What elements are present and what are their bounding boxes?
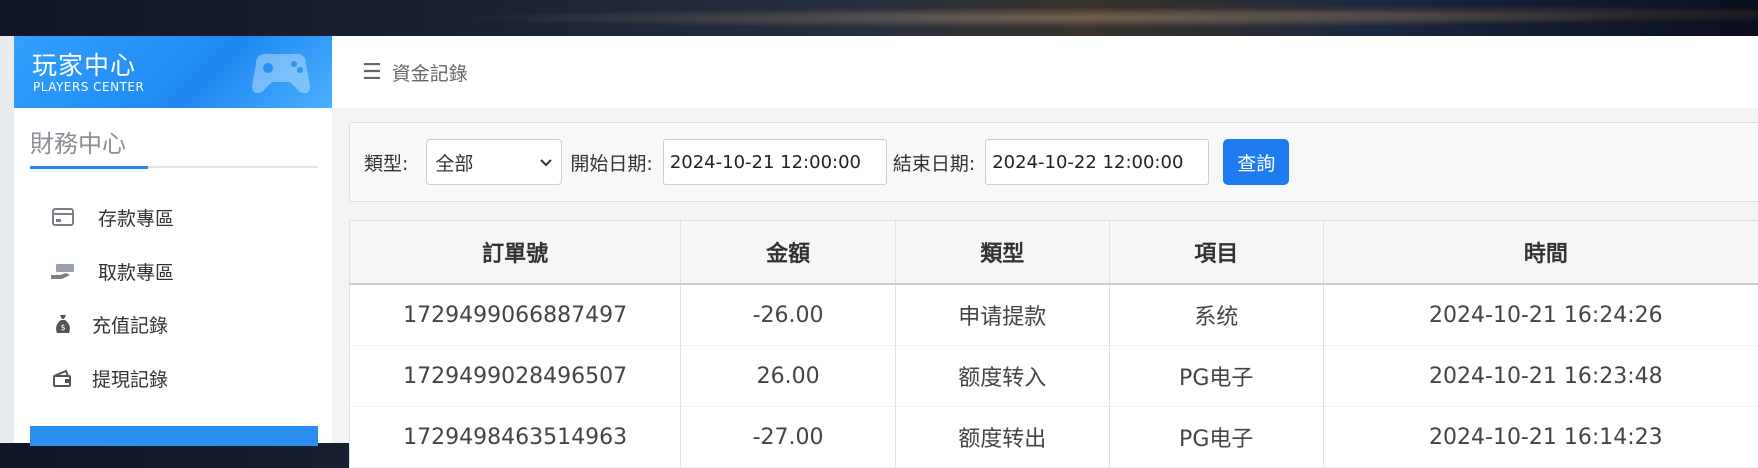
cell-amount: -27.00 [681,407,896,468]
header-bar: ☰ 資金記錄 [332,36,1758,108]
players-center-logo[interactable]: 玩家中心 PLAYERS CENTER [14,36,332,108]
page-title: 資金記錄 [392,59,468,86]
filter-bar: 類型: 全部 開始日期: 2024-10-21 12:00:00 結束日期: 2… [349,122,1758,202]
logo-subtitle: PLAYERS CENTER [33,80,144,94]
cell-item: PG电子 [1109,346,1323,407]
table-row[interactable]: 1729499066887497 -26.00 申请提款 系统 2024-10-… [350,284,1758,346]
cell-time: 2024-10-21 16:24:26 [1323,284,1758,346]
section-title: 財務中心 [30,124,126,159]
sidebar-item-withdraw[interactable]: 取款專區 [30,246,318,296]
logo-title: 玩家中心 [32,46,136,82]
cell-item: PG电子 [1109,407,1323,468]
column-header-order-no: 訂單號 [350,221,681,285]
cell-type: 额度转出 [895,407,1109,468]
chevron-down-icon [539,151,553,173]
cell-time: 2024-10-21 16:23:48 [1323,346,1758,407]
cell-order-no: 1729499066887497 [350,284,681,346]
type-select-value: 全部 [435,149,473,176]
wallet-icon [50,365,76,391]
cell-order-no: 1729499028496507 [350,346,681,407]
menu-icon[interactable]: ☰ [362,60,382,85]
column-header-amount: 金額 [681,221,896,285]
svg-text:$: $ [60,323,65,332]
sidebar-item-label: 取款專區 [98,258,174,285]
sidebar-item-label: 提現記錄 [92,365,168,392]
sidebar-item-recharge-records[interactable]: $ 充值記錄 [30,299,318,349]
cell-amount: -26.00 [681,284,896,346]
sidebar-item-label: 充值記錄 [92,311,168,338]
cell-order-no: 1729498463514963 [350,407,681,468]
start-date-label: 開始日期: [570,149,652,176]
sidebar-item-deposit[interactable]: 存款專區 [30,192,318,242]
page-edge [0,36,14,443]
gamepad-icon [246,44,316,100]
type-label: 類型: [364,149,408,176]
sidebar-item-active[interactable] [30,426,318,446]
end-date-input[interactable]: 2024-10-22 12:00:00 [985,139,1209,185]
background-banner [0,0,1758,36]
cell-amount: 26.00 [681,346,896,407]
table-row[interactable]: 1729499028496507 26.00 额度转入 PG电子 2024-10… [350,346,1758,407]
sidebar-item-label: 存款專區 [98,204,174,231]
records-table: 訂單號 金額 類型 項目 時間 1729499066887497 -26.00 … [349,220,1758,468]
cell-type: 申请提款 [895,284,1109,346]
main-content: ☰ 資金記錄 類型: 全部 開始日期: 2024-10-21 12:00:00 … [332,36,1758,443]
money-bag-icon: $ [50,311,76,337]
cell-type: 额度转入 [895,346,1109,407]
search-button[interactable]: 查詢 [1223,139,1289,185]
sidebar-item-withdrawal-records[interactable]: 提現記錄 [30,353,318,403]
end-date-label: 結束日期: [893,149,975,176]
type-select[interactable]: 全部 [426,139,562,185]
start-date-input[interactable]: 2024-10-21 12:00:00 [663,139,887,185]
cell-item: 系统 [1109,284,1323,346]
card-icon [50,204,76,230]
table-row[interactable]: 1729498463514963 -27.00 额度转出 PG电子 2024-1… [350,407,1758,468]
column-header-item: 項目 [1109,221,1323,285]
sidebar: 玩家中心 PLAYERS CENTER 財務中心 存款專區 取款專區 $ 充值記… [14,36,332,443]
column-header-time: 時間 [1323,221,1758,285]
table-header-row: 訂單號 金額 類型 項目 時間 [350,221,1758,285]
cash-hand-icon [50,258,76,284]
section-active-underline [30,166,148,169]
cell-time: 2024-10-21 16:14:23 [1323,407,1758,468]
column-header-type: 類型 [895,221,1109,285]
